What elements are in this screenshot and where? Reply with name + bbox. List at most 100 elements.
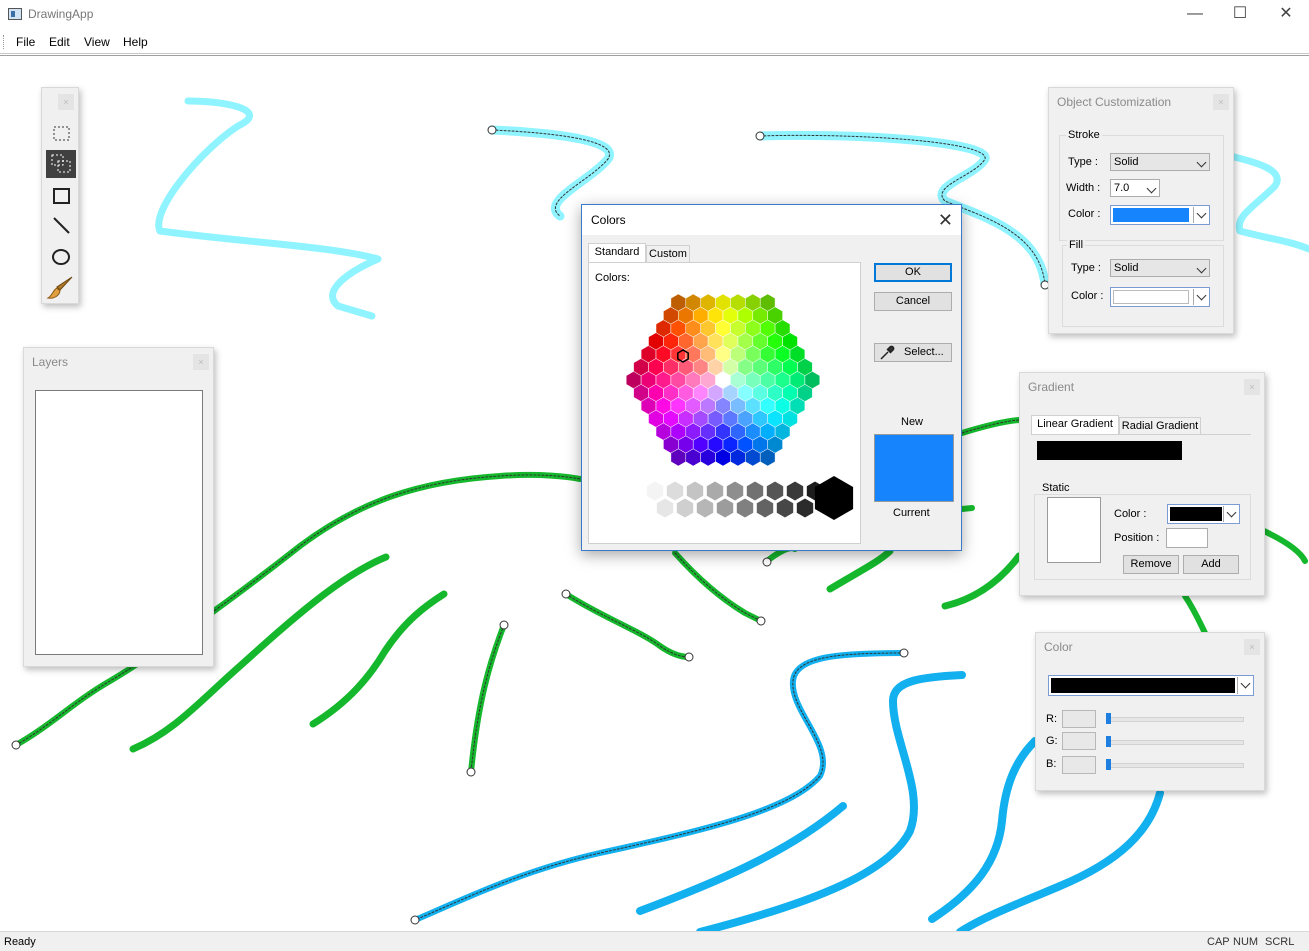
fill-type-dropdown[interactable]: Solid <box>1110 259 1210 277</box>
status-bar: Ready CAP NUM SCRL <box>0 931 1309 951</box>
stroke-handle <box>561 589 571 599</box>
fill-color-swatch <box>1113 290 1189 304</box>
chevron-down-icon <box>1196 157 1207 168</box>
remove-stop-button[interactable]: Remove <box>1123 555 1179 574</box>
menu-edit[interactable]: Edit <box>49 35 70 49</box>
rectangle-tool[interactable] <box>46 182 76 210</box>
menu-file[interactable]: File <box>16 35 35 49</box>
select-eyedropper-button[interactable]: Select... <box>874 343 952 362</box>
minimize-button[interactable]: — <box>1172 0 1218 30</box>
green-stroke <box>959 417 1022 436</box>
tab-custom[interactable]: Custom <box>646 245 690 263</box>
ok-button[interactable]: OK <box>874 263 952 282</box>
tab-standard[interactable]: Standard <box>588 243 646 263</box>
color-select-drop-button[interactable] <box>1237 677 1252 694</box>
color-panel: Color × R: G: B: <box>1035 632 1265 791</box>
black-color-cell <box>814 476 854 520</box>
add-stop-button[interactable]: Add <box>1183 555 1239 574</box>
red-slider-thumb[interactable] <box>1106 713 1111 724</box>
multi-select-tool[interactable] <box>46 150 76 178</box>
grayscale-cell <box>755 497 775 519</box>
close-button[interactable]: ✕ <box>1263 0 1309 30</box>
tab-divider <box>1031 434 1251 435</box>
color-panel-close-button[interactable]: × <box>1244 639 1260 655</box>
ellipse-tool[interactable] <box>46 243 76 271</box>
gradient-panel: Gradient × Linear Gradient Radial Gradie… <box>1019 372 1265 596</box>
chevron-down-icon <box>1196 263 1207 274</box>
grayscale-cell <box>715 497 735 519</box>
stroke-color-dropdown[interactable] <box>1110 205 1210 225</box>
grayscale-cell <box>795 497 815 519</box>
grayscale-cell <box>695 497 715 519</box>
gradient-close-button[interactable]: × <box>1244 379 1260 395</box>
stroke-type-label: Type : <box>1068 156 1098 168</box>
cyan-stroke <box>1226 152 1309 253</box>
red-slider-track[interactable] <box>1106 717 1244 722</box>
blue-value-input[interactable] <box>1062 756 1096 774</box>
green-value-input[interactable] <box>1062 732 1096 750</box>
stroke-type-dropdown[interactable]: Solid <box>1110 153 1210 171</box>
tab-radial-gradient[interactable]: Radial Gradient <box>1119 417 1201 435</box>
stroke-color-drop-button[interactable] <box>1193 207 1208 223</box>
color-select-swatch <box>1051 678 1235 693</box>
colors-dialog-title: Colors <box>591 213 626 227</box>
fill-group <box>1062 245 1224 327</box>
stroke-group-label: Stroke <box>1066 129 1102 141</box>
color-hexagon-palette[interactable] <box>589 263 860 543</box>
ellipse-icon <box>52 249 70 265</box>
toolbox-close-button[interactable]: × <box>58 94 74 110</box>
app-icon <box>8 8 22 20</box>
object-customization-panel: Object Customization × Stroke Type : Sol… <box>1048 87 1234 334</box>
colors-dialog-close-icon[interactable]: ✕ <box>938 210 953 231</box>
stroke-handle <box>762 557 772 567</box>
line-tool[interactable] <box>46 212 76 240</box>
grayscale-cell <box>665 480 685 502</box>
stroke-handle <box>410 915 420 925</box>
fill-color-dropdown[interactable] <box>1110 287 1210 307</box>
grayscale-cell <box>705 480 725 502</box>
stroke-width-dropdown[interactable]: 7.0 <box>1110 179 1160 197</box>
gradient-stops-list[interactable] <box>1047 497 1101 563</box>
select-label: Select... <box>904 346 944 358</box>
fill-type-label: Type : <box>1071 262 1101 274</box>
fill-color-drop-button[interactable] <box>1193 289 1208 305</box>
gradient-color-swatch <box>1170 507 1222 521</box>
menu-help[interactable]: Help <box>123 35 148 49</box>
toolbox-panel: × <box>41 87 79 304</box>
color-select-dropdown[interactable] <box>1048 675 1254 696</box>
gradient-preview-bar[interactable] <box>1037 441 1182 460</box>
tab-linear-gradient[interactable]: Linear Gradient <box>1031 415 1119 435</box>
cancel-button[interactable]: Cancel <box>874 292 952 311</box>
blue-slider-thumb[interactable] <box>1106 759 1111 770</box>
green-stroke <box>1261 528 1308 564</box>
green-stroke-selected <box>563 591 692 660</box>
menu-grip <box>3 35 6 49</box>
green-slider-thumb[interactable] <box>1106 736 1111 747</box>
blue-label: B: <box>1046 758 1057 770</box>
colors-dialog: Colors ✕ Standard Custom Colors: OK Canc… <box>581 204 962 551</box>
gradient-position-label: Position : <box>1114 532 1160 544</box>
stroke-handle <box>756 616 766 626</box>
blue-slider-track[interactable] <box>1106 763 1244 768</box>
object-customization-close-button[interactable]: × <box>1213 94 1229 110</box>
grayscale-cell <box>675 497 695 519</box>
layers-list[interactable] <box>35 390 203 655</box>
gradient-color-dropdown[interactable] <box>1167 504 1240 524</box>
layers-panel: Layers × <box>23 347 214 667</box>
colors-dialog-titlebar: Colors ✕ <box>582 205 961 235</box>
gradient-color-drop-button[interactable] <box>1223 506 1238 522</box>
green-slider-track[interactable] <box>1106 740 1244 745</box>
maximize-button[interactable]: ☐ <box>1217 0 1263 30</box>
blue-stroke-selected <box>412 650 907 923</box>
gradient-position-input[interactable] <box>1166 528 1208 548</box>
green-stroke <box>1182 593 1208 636</box>
blue-stroke <box>696 671 966 932</box>
layers-close-button[interactable]: × <box>193 354 209 370</box>
red-value-input[interactable] <box>1062 710 1096 728</box>
green-stroke <box>309 590 448 728</box>
rect-select-tool[interactable] <box>46 120 76 148</box>
current-color-label: Current <box>893 507 930 519</box>
menu-view[interactable]: View <box>84 35 110 49</box>
stroke-handle <box>684 652 694 662</box>
brush-tool[interactable] <box>46 274 76 302</box>
